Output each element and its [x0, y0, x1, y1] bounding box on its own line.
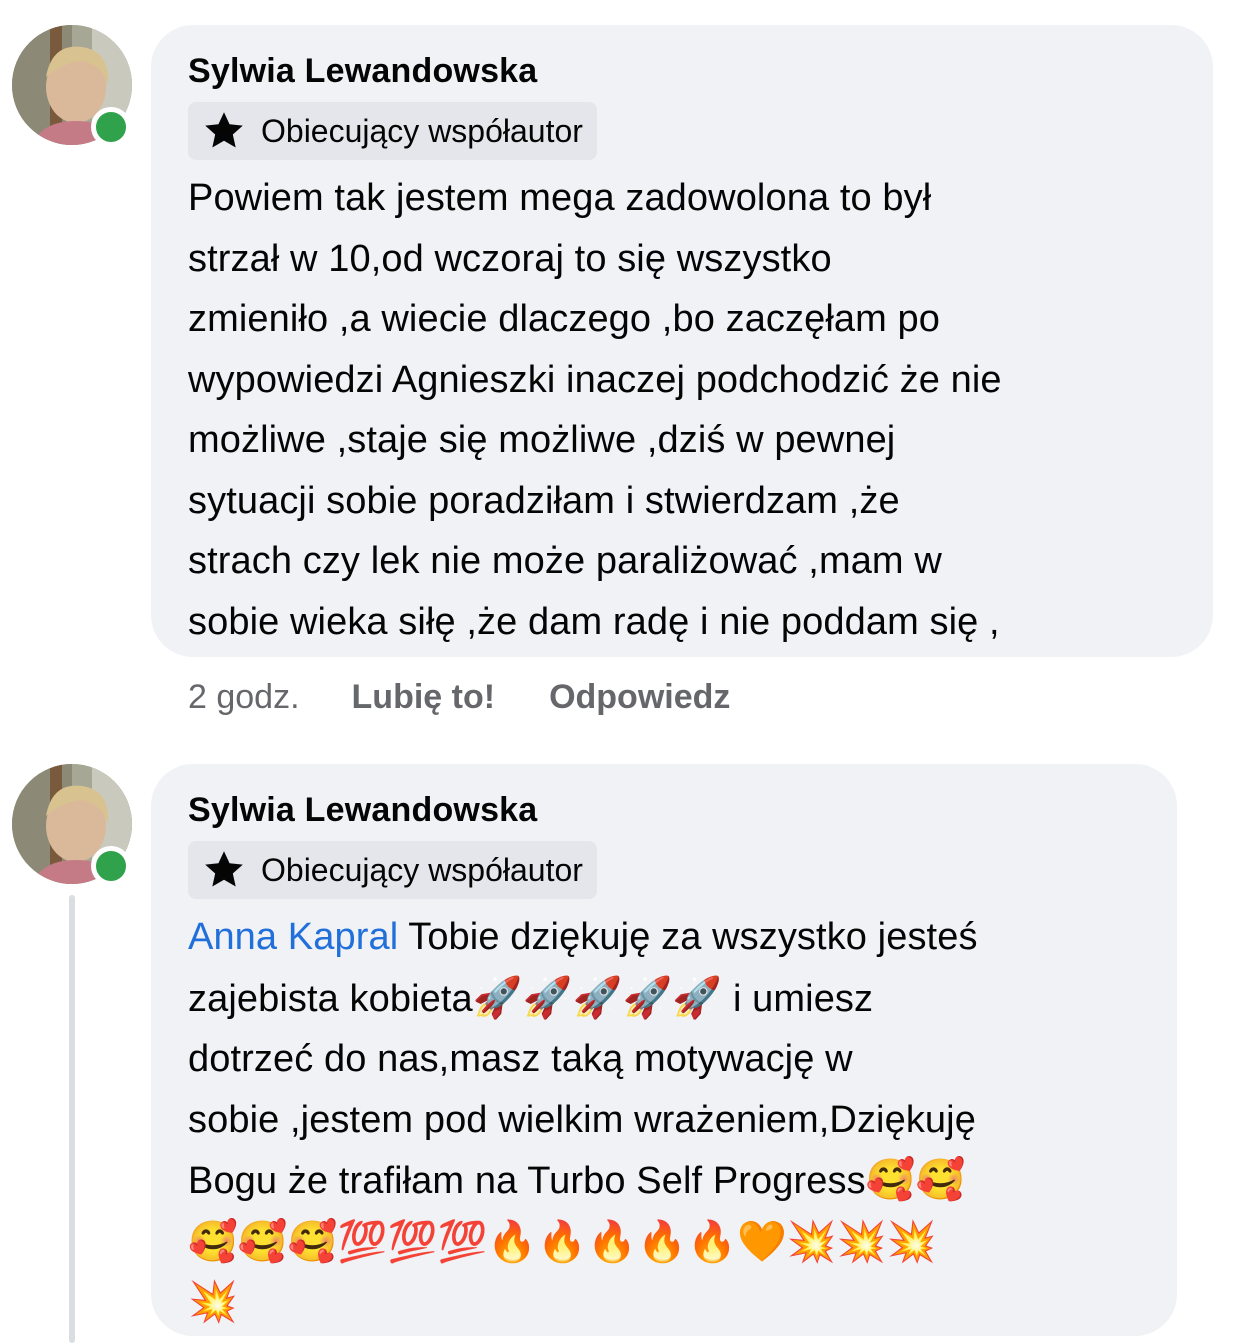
online-status-icon [91, 107, 131, 147]
comment-line: zmieniło ,a wiecie dlaczego ,bo zaczęłam… [188, 298, 941, 340]
contributor-badge[interactable]: Obiecujący współautor [188, 102, 597, 160]
star-icon [205, 851, 243, 887]
comment-line: strzał w 10,od wczoraj to się wszystko [188, 237, 832, 280]
mention-link[interactable]: Anna Kapral [188, 916, 398, 958]
comment-line: zajebista kobieta🚀🚀🚀🚀🚀 i umiesz [188, 968, 1141, 1030]
comment-text-span: zajebista kobieta [188, 977, 473, 1020]
star-icon [205, 112, 243, 148]
contributor-badge[interactable]: Obiecujący współautor [188, 841, 597, 899]
comment-line: 💥 [188, 1279, 238, 1325]
online-status-icon [91, 846, 131, 886]
comment-line: dotrzeć do nas,masz taką motywację w [188, 1038, 853, 1080]
comment-line: Bogu że trafiłam na Turbo Self Progress🥰… [188, 1150, 1141, 1212]
comment-text-span: Bogu że trafiłam na Turbo Self Progress [188, 1160, 866, 1202]
comment-line: możliwe ,staje się możliwe ,dziś w pewne… [188, 419, 896, 461]
comment-line: Anna Kapral Tobie dziękuję za wszystko j… [188, 907, 1141, 968]
author-name[interactable]: Sylwia Lewandowska [188, 790, 1141, 830]
author-name[interactable]: Sylwia Lewandowska [188, 51, 1177, 91]
thread-line [69, 895, 75, 1343]
like-button[interactable]: Lubię to! [352, 677, 496, 717]
comment-bubble: Sylwia Lewandowska Obiecujący współautor… [151, 764, 1177, 1336]
comment-actions: 2 godz. Lubię to! Odpowiedz [188, 677, 730, 717]
comment-text-span: i umiesz [722, 977, 874, 1020]
comment-line: sytuacji sobie poradziłam i stwierdzam ,… [188, 479, 900, 522]
rocket-emoji: 🚀🚀🚀🚀🚀 [472, 974, 723, 1021]
comment-line: sobie ,jestem pod wielkim wrażeniem,Dzię… [188, 1098, 976, 1141]
comment-line: sobie wieka siłę ,że dam radę i nie podd… [188, 600, 1000, 643]
comment-line: wypowiedzi Agnieszki inaczej podchodzić … [188, 358, 1002, 401]
comment-bubble: Sylwia Lewandowska Obiecujący współautor… [151, 25, 1213, 657]
comment-text-span: Tobie dziękuję za wszystko jesteś [398, 916, 978, 958]
timestamp[interactable]: 2 godz. [188, 677, 300, 717]
badge-label: Obiecujący współautor [261, 112, 583, 149]
comment-line: Powiem tak jestem mega zadowolona to był [188, 177, 932, 219]
comment-text: Powiem tak jestem mega zadowolona to był… [188, 168, 1177, 652]
reply-button[interactable]: Odpowiedz [549, 677, 730, 717]
badge-label: Obiecujący współautor [261, 851, 583, 888]
comment-line: 🥰🥰🥰💯💯💯🔥🔥🔥🔥🔥🧡💥💥💥 [188, 1218, 937, 1265]
comment-line: strach czy lek nie może paraliżować ,mam… [188, 540, 942, 582]
smiling-hearts-emoji: 🥰🥰 [865, 1157, 966, 1203]
comment-text: Anna Kapral Tobie dziękuję za wszystko j… [188, 907, 1141, 1333]
